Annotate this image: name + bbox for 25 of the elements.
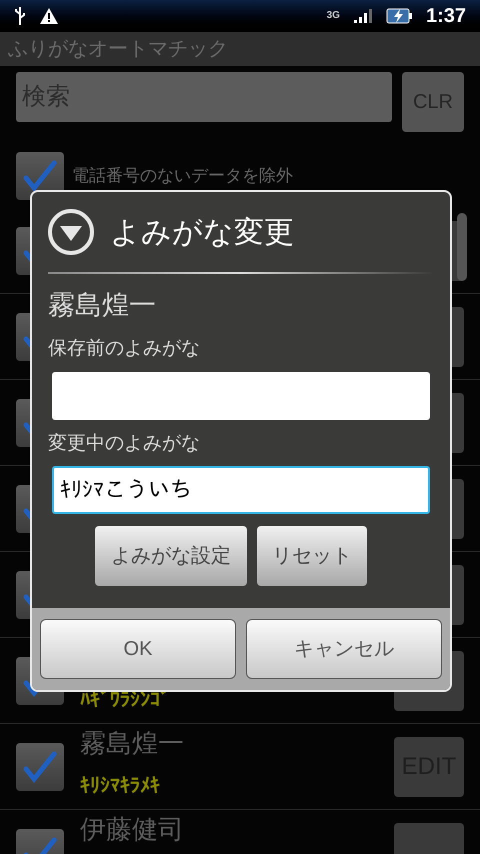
- reading-before-field[interactable]: [52, 372, 430, 420]
- field-label: 保存前のよみがな: [48, 337, 201, 361]
- usb-icon: [14, 6, 26, 26]
- scrollbar: [457, 213, 467, 281]
- network-type: 3G: [326, 11, 340, 21]
- contact-name: 伊藤健司: [80, 816, 184, 844]
- checkbox[interactable]: [16, 742, 64, 790]
- clock: 1:37: [426, 4, 466, 29]
- check-icon: [23, 159, 57, 193]
- dialog-title: よみがな変更: [110, 214, 294, 250]
- app-title: ふりがなオートマチック: [8, 37, 228, 62]
- check-icon: [23, 750, 57, 784]
- set-reading-button[interactable]: よみがな設定: [95, 526, 247, 586]
- filter-label: 電話番号のないデータを除外: [72, 165, 293, 188]
- ok-button[interactable]: OK: [40, 619, 236, 679]
- contact-name: 霧島煌一: [48, 292, 157, 319]
- battery-charging-icon: [386, 8, 412, 24]
- warning-icon: [40, 8, 58, 24]
- contact-name: 霧島煌一: [80, 730, 184, 758]
- contact-reading: ｷﾘｼﾏｷﾗﾒｷ: [80, 776, 160, 796]
- cancel-button[interactable]: キャンセル: [246, 619, 442, 679]
- reset-button[interactable]: リセット: [257, 526, 367, 586]
- reading-edit-field[interactable]: ｷﾘｼﾏこういち: [52, 466, 430, 514]
- signal-icon: [354, 9, 372, 23]
- field-label: 変更中のよみがな: [48, 432, 201, 456]
